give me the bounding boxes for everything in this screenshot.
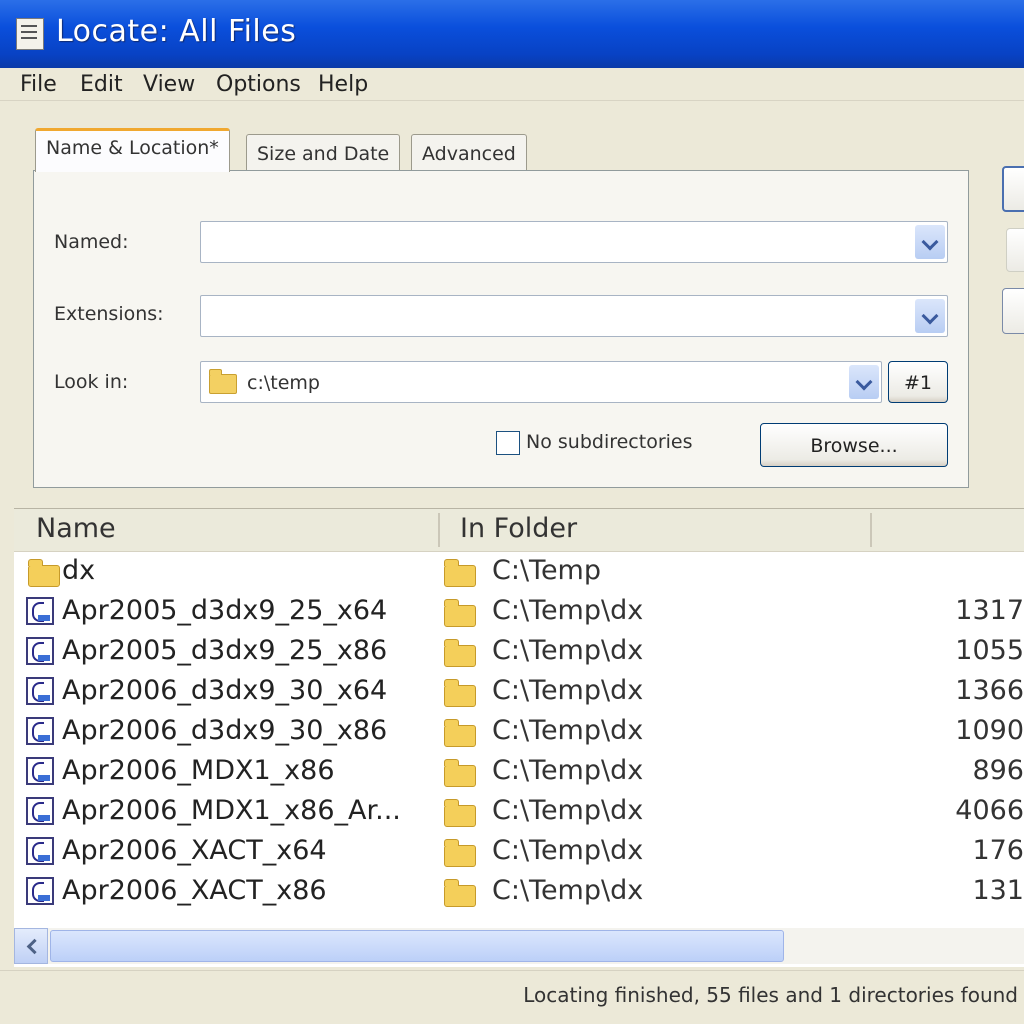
side-button-disabled[interactable] xyxy=(1006,228,1024,272)
browse-button[interactable]: Browse... xyxy=(760,423,948,467)
tab-advanced[interactable]: Advanced xyxy=(411,134,527,170)
folder-icon xyxy=(444,639,476,667)
folder-icon xyxy=(28,559,60,587)
file-name: Apr2005_d3dx9_25_x86 xyxy=(62,635,388,666)
list-header: Name In Folder xyxy=(14,509,1024,552)
file-name: Apr2005_d3dx9_25_x64 xyxy=(62,595,388,626)
folder-icon xyxy=(444,719,476,747)
chevron-down-icon[interactable] xyxy=(915,225,945,259)
status-bar: Locating finished, 55 files and 1 direct… xyxy=(0,970,1024,1024)
column-divider[interactable] xyxy=(870,513,872,547)
file-name: Apr2006_XACT_x64 xyxy=(62,835,327,866)
exe-icon xyxy=(26,877,54,905)
table-row[interactable]: Apr2006_MDX1_x86_Ar... C:\Temp\dx 4066 xyxy=(14,793,1024,833)
name-location-panel: Named: Extensions: Look in: c:\temp #1 N… xyxy=(33,170,969,488)
file-name: Apr2006_MDX1_x86 xyxy=(62,755,335,786)
column-header-folder[interactable]: In Folder xyxy=(460,513,577,544)
side-button[interactable] xyxy=(1002,288,1024,334)
table-row[interactable]: Apr2005_d3dx9_25_x86 C:\Temp\dx 1055 xyxy=(14,633,1024,673)
file-size: 896 xyxy=(972,755,1024,786)
folder-icon xyxy=(209,369,237,394)
exe-icon xyxy=(26,757,54,785)
exe-icon xyxy=(26,637,54,665)
folder-icon xyxy=(444,559,476,587)
table-row[interactable]: dx C:\Temp xyxy=(14,553,1024,593)
tab-name-location[interactable]: Name & Location* xyxy=(35,128,230,172)
chevron-down-icon[interactable] xyxy=(849,365,879,399)
file-folder: C:\Temp\dx xyxy=(492,635,644,666)
file-size: 131 xyxy=(972,875,1024,906)
lookin-label: Look in: xyxy=(54,371,129,393)
exe-icon xyxy=(26,797,54,825)
file-name: Apr2006_d3dx9_30_x64 xyxy=(62,675,388,706)
folder-icon xyxy=(444,599,476,627)
extensions-label: Extensions: xyxy=(54,303,164,325)
file-name: dx xyxy=(62,555,96,586)
scroll-left-icon[interactable] xyxy=(14,928,48,964)
file-size: 1055 xyxy=(955,635,1024,666)
scrollbar-thumb[interactable] xyxy=(50,930,784,962)
default-action-button[interactable] xyxy=(1002,166,1024,212)
locate-window: Locate: All Files File Edit View Options… xyxy=(0,0,1024,1024)
file-size: 1366 xyxy=(955,675,1024,706)
file-folder: C:\Temp\dx xyxy=(492,875,644,906)
folder-icon xyxy=(444,799,476,827)
menu-bar: File Edit View Options Help xyxy=(0,68,1024,101)
window-title: Locate: All Files xyxy=(56,14,297,49)
app-icon xyxy=(16,18,44,50)
file-size: 1090 xyxy=(955,715,1024,746)
tab-size-date[interactable]: Size and Date xyxy=(246,134,401,170)
file-size: 4066 xyxy=(955,795,1024,826)
folder-icon xyxy=(444,839,476,867)
menu-options[interactable]: Options xyxy=(216,72,301,97)
file-folder: C:\Temp\dx xyxy=(492,795,644,826)
exe-icon xyxy=(26,717,54,745)
lookin-value: c:\temp xyxy=(247,372,320,394)
table-row[interactable]: Apr2005_d3dx9_25_x64 C:\Temp\dx 1317 xyxy=(14,593,1024,633)
file-folder: C:\Temp\dx xyxy=(492,675,644,706)
file-folder: C:\Temp\dx xyxy=(492,755,644,786)
menu-file[interactable]: File xyxy=(20,72,57,97)
file-size: 1317 xyxy=(955,595,1024,626)
exe-icon xyxy=(26,837,54,865)
exe-icon xyxy=(26,597,54,625)
table-row[interactable]: Apr2006_d3dx9_30_x64 C:\Temp\dx 1366 xyxy=(14,673,1024,713)
horizontal-scrollbar[interactable] xyxy=(14,928,1024,964)
table-row[interactable]: Apr2006_d3dx9_30_x86 C:\Temp\dx 1090 xyxy=(14,713,1024,753)
column-header-name[interactable]: Name xyxy=(36,513,116,544)
named-label: Named: xyxy=(54,231,129,253)
file-folder: C:\Temp\dx xyxy=(492,595,644,626)
named-combobox[interactable] xyxy=(200,221,948,263)
lookin-combobox[interactable]: c:\temp xyxy=(200,361,882,403)
title-bar[interactable]: Locate: All Files xyxy=(0,0,1024,68)
file-name: Apr2006_d3dx9_30_x86 xyxy=(62,715,388,746)
no-subdirectories-checkbox[interactable] xyxy=(496,431,520,455)
exe-icon xyxy=(26,677,54,705)
menu-help[interactable]: Help xyxy=(318,72,368,97)
table-row[interactable]: Apr2006_MDX1_x86 C:\Temp\dx 896 xyxy=(14,753,1024,793)
menu-view[interactable]: View xyxy=(143,72,195,97)
folder-icon xyxy=(444,879,476,907)
status-text: Locating finished, 55 files and 1 direct… xyxy=(523,983,1018,1007)
folder-icon xyxy=(444,679,476,707)
column-divider[interactable] xyxy=(438,513,440,547)
lookin-number-button[interactable]: #1 xyxy=(888,361,948,403)
folder-icon xyxy=(444,759,476,787)
file-folder: C:\Temp\dx xyxy=(492,835,644,866)
chevron-down-icon[interactable] xyxy=(915,299,945,333)
file-folder: C:\Temp\dx xyxy=(492,715,644,746)
menu-edit[interactable]: Edit xyxy=(80,72,123,97)
results-list[interactable]: Name In Folder dx C:\Temp Apr2005_d3dx9_… xyxy=(14,508,1024,967)
file-size: 176 xyxy=(972,835,1024,866)
file-name: Apr2006_MDX1_x86_Ar... xyxy=(62,795,401,826)
file-name: Apr2006_XACT_x86 xyxy=(62,875,327,906)
file-folder: C:\Temp xyxy=(492,555,602,586)
table-row[interactable]: Apr2006_XACT_x64 C:\Temp\dx 176 xyxy=(14,833,1024,873)
table-row[interactable]: Apr2006_XACT_x86 C:\Temp\dx 131 xyxy=(14,873,1024,913)
no-subdirectories-label: No subdirectories xyxy=(526,431,693,453)
extensions-combobox[interactable] xyxy=(200,295,948,337)
